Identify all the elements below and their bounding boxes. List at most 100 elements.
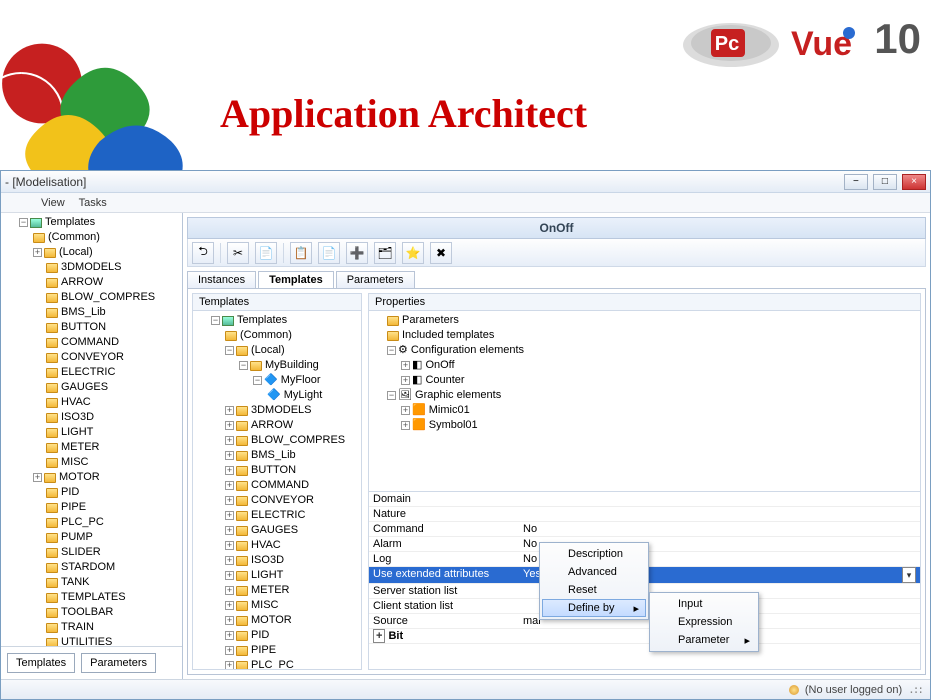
tree-item[interactable]: +ARROW — [225, 418, 359, 433]
back-icon[interactable]: ⮌ — [192, 242, 214, 264]
tree-item[interactable]: METER — [33, 440, 180, 455]
expander-icon[interactable]: + — [33, 248, 42, 257]
tree-item[interactable]: −⚙ Configuration elements — [387, 343, 918, 358]
expander-icon[interactable]: + — [225, 511, 234, 520]
menu-item[interactable]: Reset — [542, 581, 646, 599]
tree-item[interactable]: +(Local) — [33, 245, 180, 260]
tree-item[interactable]: UTILITIES — [33, 635, 180, 646]
paste-icon[interactable]: 📋 — [290, 242, 312, 264]
tree-item[interactable]: −Templates — [19, 215, 180, 230]
expander-icon[interactable]: + — [225, 481, 234, 490]
tree-item[interactable]: +HVAC — [225, 538, 359, 553]
expander-icon[interactable]: − — [19, 218, 28, 227]
tree-item[interactable]: −🔷 MyFloor — [253, 373, 359, 388]
tree-item[interactable]: (Common) — [225, 328, 359, 343]
tab-parameters[interactable]: Parameters — [336, 271, 415, 288]
tree-item[interactable]: BLOW_COMPRES — [33, 290, 180, 305]
star-icon[interactable]: ⭐ — [402, 242, 424, 264]
tree-item[interactable]: +PID — [225, 628, 359, 643]
menu-item[interactable]: Parameter▸ — [652, 631, 756, 649]
expander-icon[interactable]: − — [211, 316, 220, 325]
tree-item[interactable]: −🖼 Graphic elements — [387, 388, 918, 403]
expander-icon[interactable]: + — [225, 661, 234, 669]
context-submenu[interactable]: InputExpressionParameter▸ — [649, 592, 759, 652]
property-row[interactable]: Nature — [369, 507, 920, 522]
expander-icon[interactable]: − — [387, 391, 396, 400]
tree-item[interactable]: HVAC — [33, 395, 180, 410]
menu-item[interactable]: Define by▸ — [542, 599, 646, 617]
tree-item[interactable]: TOOLBAR — [33, 605, 180, 620]
expander-icon[interactable]: + — [401, 406, 410, 415]
left-tree[interactable]: −Templates(Common)+(Local)3DMODELSARROWB… — [1, 213, 182, 646]
tab-instances[interactable]: Instances — [187, 271, 256, 288]
tree-item[interactable]: +LIGHT — [225, 568, 359, 583]
overlay-icon[interactable]: 🗂 — [374, 242, 396, 264]
minimize-button[interactable]: − — [844, 174, 868, 190]
expander-icon[interactable]: + — [225, 571, 234, 580]
tree-item[interactable]: +GAUGES — [225, 523, 359, 538]
expander-icon[interactable]: + — [225, 466, 234, 475]
expander-icon[interactable]: + — [225, 496, 234, 505]
menu-item[interactable]: Advanced — [542, 563, 646, 581]
tree-item[interactable]: −Templates — [211, 313, 359, 328]
tree-item[interactable]: PUMP — [33, 530, 180, 545]
tree-item[interactable]: +METER — [225, 583, 359, 598]
copy-icon[interactable]: 📄 — [255, 242, 277, 264]
cut-icon[interactable]: ✂ — [227, 242, 249, 264]
tab-templates-btn[interactable]: Templates — [7, 653, 75, 673]
tree-item[interactable]: Parameters — [387, 313, 918, 328]
tree-item[interactable]: PID — [33, 485, 180, 500]
tree-item[interactable]: +MOTOR — [33, 470, 180, 485]
expander-icon[interactable]: + — [225, 436, 234, 445]
expander-icon[interactable]: − — [387, 346, 396, 355]
tree-item[interactable]: ISO3D — [33, 410, 180, 425]
tree-item[interactable]: TANK — [33, 575, 180, 590]
resize-handle[interactable]: .:: — [908, 683, 922, 696]
tree-item[interactable]: +MOTOR — [225, 613, 359, 628]
titlebar[interactable]: - [Modelisation] − □ × — [1, 171, 930, 193]
menu-item[interactable]: Description — [542, 545, 646, 563]
tree-item[interactable]: MISC — [33, 455, 180, 470]
tab-parameters-btn[interactable]: Parameters — [81, 653, 156, 673]
tree-item[interactable]: 3DMODELS — [33, 260, 180, 275]
expander-icon[interactable]: + — [225, 541, 234, 550]
tree-item[interactable]: TEMPLATES — [33, 590, 180, 605]
menu-view[interactable]: View — [41, 197, 65, 209]
templates-tree[interactable]: −Templates(Common)−(Local)−MyBuilding−🔷 … — [193, 311, 361, 669]
tree-item[interactable]: −MyBuilding — [239, 358, 359, 373]
maximize-button[interactable]: □ — [873, 174, 897, 190]
menu-item[interactable]: Input — [652, 595, 756, 613]
expander-icon[interactable]: + — [33, 473, 42, 482]
expander-icon[interactable]: + — [225, 421, 234, 430]
tree-item[interactable]: Included templates — [387, 328, 918, 343]
expander-icon[interactable]: + — [401, 361, 410, 370]
tree-item[interactable]: +ELECTRIC — [225, 508, 359, 523]
tree-item[interactable]: +🟧 Symbol01 — [401, 418, 918, 433]
tree-item[interactable]: +BLOW_COMPRES — [225, 433, 359, 448]
tree-item[interactable]: +CONVEYOR — [225, 493, 359, 508]
tree-item[interactable]: +3DMODELS — [225, 403, 359, 418]
tree-item[interactable]: LIGHT — [33, 425, 180, 440]
tree-item[interactable]: +◧ OnOff — [401, 358, 918, 373]
tree-item[interactable]: TRAIN — [33, 620, 180, 635]
tree-item[interactable]: +◧ Counter — [401, 373, 918, 388]
tree-item[interactable]: STARDOM — [33, 560, 180, 575]
tree-item[interactable]: (Common) — [33, 230, 180, 245]
property-row[interactable]: Domain — [369, 492, 920, 507]
tree-item[interactable]: 🔷 MyLight — [267, 388, 359, 403]
menu-item[interactable]: Expression — [652, 613, 756, 631]
tree-item[interactable]: CONVEYOR — [33, 350, 180, 365]
expander-icon[interactable]: + — [225, 601, 234, 610]
expander-icon[interactable]: + — [225, 616, 234, 625]
expander-icon[interactable]: + — [401, 421, 410, 430]
property-row[interactable]: CommandNo — [369, 522, 920, 537]
tree-item[interactable]: BUTTON — [33, 320, 180, 335]
expander-icon[interactable]: + — [225, 526, 234, 535]
expander-icon[interactable]: − — [225, 346, 234, 355]
tree-item[interactable]: +COMMAND — [225, 478, 359, 493]
expander-icon[interactable]: + — [225, 451, 234, 460]
tree-item[interactable]: COMMAND — [33, 335, 180, 350]
context-menu[interactable]: DescriptionAdvancedResetDefine by▸ — [539, 542, 649, 620]
tree-item[interactable]: +ISO3D — [225, 553, 359, 568]
expander-icon[interactable]: + — [225, 406, 234, 415]
